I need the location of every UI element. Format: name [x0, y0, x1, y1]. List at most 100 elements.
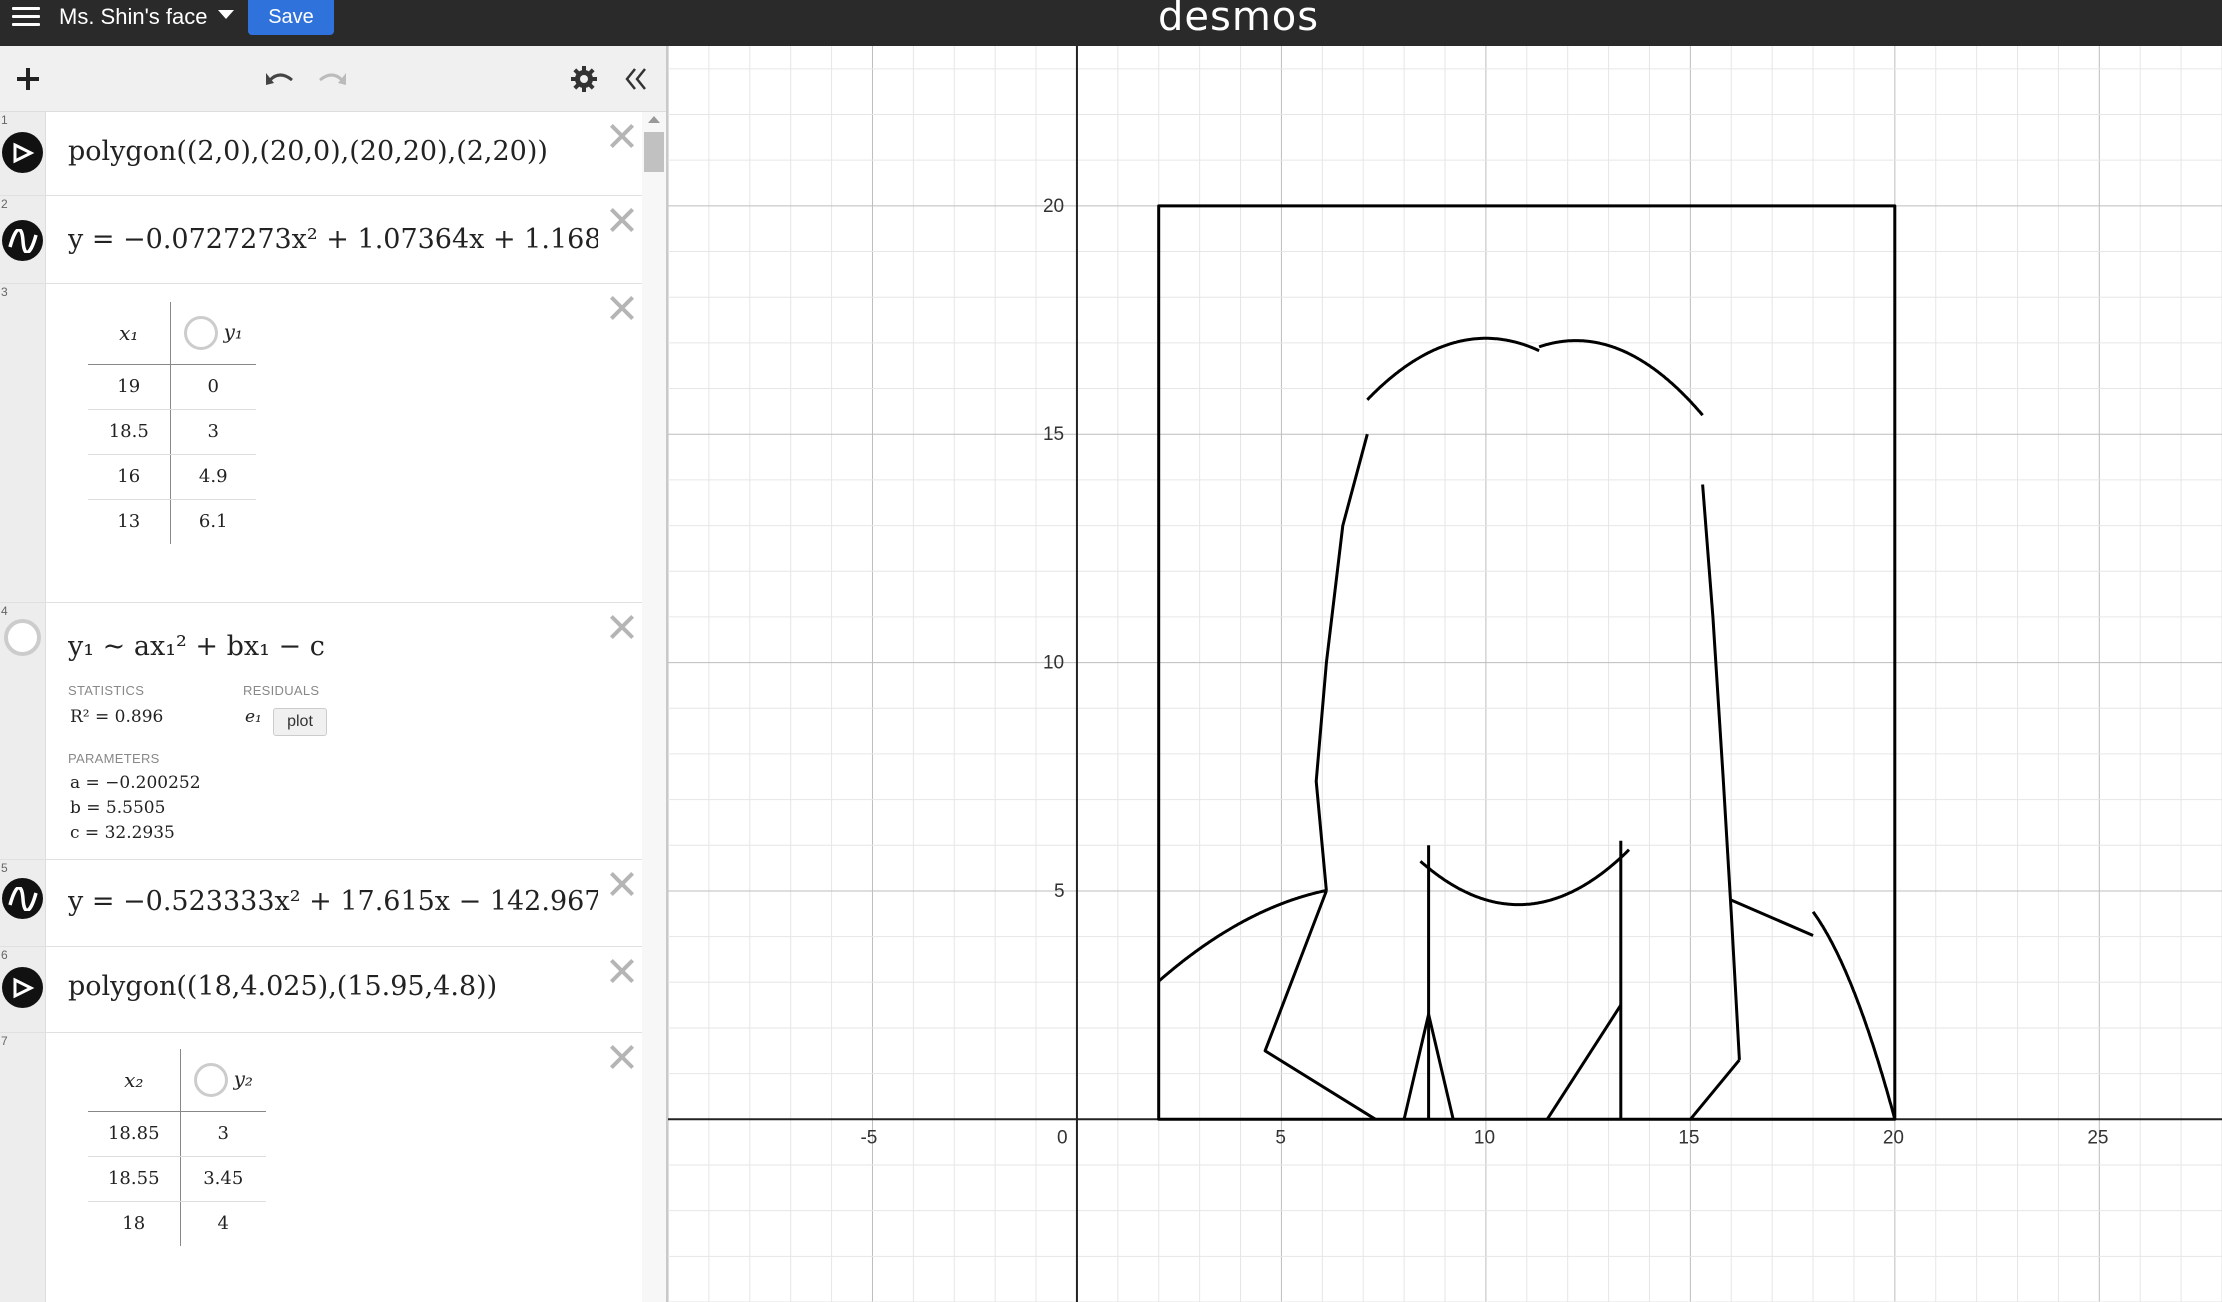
expression-index: 3 [1, 285, 8, 299]
expression-gutter: 5 [0, 860, 46, 946]
table-cell[interactable]: 18.5 [88, 409, 171, 455]
table-cell[interactable]: 4.9 [170, 454, 256, 500]
expression-panel: 1 polygon((2,0),(20,0),(20,20),(2,20)) 2… [0, 46, 668, 1302]
table-header-x[interactable]: x₁ [88, 302, 171, 365]
parameter-a: a = −0.200252 [70, 773, 201, 793]
expression-index: 2 [1, 197, 8, 211]
polygon-icon[interactable] [2, 132, 43, 173]
table-row[interactable]: 13 6.1 [88, 499, 256, 544]
table-cell[interactable]: 3 [170, 409, 256, 455]
table-header-y[interactable]: y₁ [170, 302, 256, 365]
table-header-y-label: y₂ [233, 1066, 253, 1091]
expression-list-scrollbar[interactable] [642, 112, 666, 1302]
y-tick-label: 20 [1043, 196, 1064, 217]
expression-index: 5 [1, 861, 8, 875]
hamburger-menu-icon[interactable] [12, 0, 40, 33]
table-row[interactable]: 18.55 3.45 [88, 1156, 266, 1202]
table-cell[interactable]: 4 [180, 1201, 266, 1246]
undo-icon[interactable] [262, 46, 298, 112]
expression-index: 1 [1, 113, 8, 127]
delete-expression-icon[interactable] [608, 122, 636, 150]
settings-gear-icon[interactable] [566, 46, 602, 112]
expression-row[interactable]: 5 y = −0.523333x² + 17.615x − 142.967{20… [0, 860, 642, 947]
wave-icon[interactable] [2, 878, 43, 919]
hair-right-lower [1689, 1058, 1741, 1121]
desmos-logo: desmos [1158, 0, 1320, 40]
series-toggle-icon[interactable] [193, 1062, 228, 1097]
expression-row[interactable]: 2 y = −0.0727273x² + 1.07364x + 1.16818{… [0, 196, 642, 284]
table-expression[interactable]: 3 x₁ y₁ 19 0 18.5 3 16 4.9 13 6.1 [0, 284, 642, 603]
expression-gutter: 4 [0, 603, 46, 859]
delete-expression-icon[interactable] [608, 206, 636, 234]
delete-expression-icon[interactable] [608, 957, 636, 985]
top-bar: Ms. Shin's face Save desmos [0, 0, 2222, 46]
grid-lines [667, 46, 2222, 1302]
expression-latex[interactable]: y = −0.0727273x² + 1.07364x + 1.16818{6 [68, 224, 598, 255]
expression-latex[interactable]: polygon((2,0),(20,0),(20,20),(2,20)) [68, 136, 628, 167]
delete-expression-icon[interactable] [608, 613, 636, 641]
series-toggle-icon[interactable] [183, 315, 218, 350]
data-table[interactable]: x₂ y₂ 18.85 3 18.55 3.45 18 4 [88, 1049, 266, 1246]
expression-gutter: 7 [0, 1033, 46, 1302]
plot-residuals-button[interactable]: plot [273, 708, 327, 736]
table-cell[interactable]: 3 [180, 1111, 266, 1157]
left-shoulder-curve [1157, 888, 1328, 983]
visibility-toggle-icon[interactable] [4, 619, 41, 656]
table-header-x[interactable]: x₂ [88, 1049, 181, 1112]
expression-index: 7 [1, 1034, 8, 1048]
data-table[interactable]: x₁ y₁ 19 0 18.5 3 16 4.9 13 6.1 [88, 302, 256, 544]
table-cell[interactable]: 18.85 [88, 1111, 181, 1157]
delete-expression-icon[interactable] [608, 870, 636, 898]
table-row[interactable]: 19 0 [88, 364, 256, 410]
statistics-label: STATISTICS [68, 683, 145, 698]
title-dropdown-caret-icon[interactable] [218, 10, 234, 19]
add-item-icon[interactable] [10, 46, 46, 112]
delete-expression-icon[interactable] [608, 1043, 636, 1071]
hair-right-top-curve [1538, 339, 1704, 417]
table-header-y[interactable]: y₂ [180, 1049, 266, 1112]
parameters-label: PARAMETERS [68, 751, 160, 766]
delete-expression-icon[interactable] [608, 294, 636, 322]
graph-svg[interactable]: -5 0 5 10 15 20 25 5 10 15 20 [667, 46, 2222, 1302]
table-row[interactable]: 16 4.9 [88, 454, 256, 500]
polygon-icon[interactable] [2, 967, 43, 1008]
table-cell[interactable]: 19 [88, 364, 171, 410]
table-cell[interactable]: 13 [88, 499, 171, 544]
table-row[interactable]: 18 4 [88, 1201, 266, 1246]
table-cell[interactable]: 16 [88, 454, 171, 500]
save-button[interactable]: Save [248, 0, 334, 35]
collapse-panel-icon[interactable] [618, 46, 654, 112]
table-cell[interactable]: 6.1 [170, 499, 256, 544]
graph-canvas[interactable]: -5 0 5 10 15 20 25 5 10 15 20 [667, 46, 2222, 1302]
x-tick-label: 25 [2087, 1127, 2108, 1148]
expression-latex[interactable]: polygon((18,4.025),(15.95,4.8)) [68, 971, 628, 1002]
wave-icon[interactable] [2, 220, 43, 261]
expression-gutter: 2 [0, 196, 46, 283]
residual-variable: e₁ [245, 707, 262, 727]
redo-icon[interactable] [314, 46, 350, 112]
regression-expression[interactable]: 4 y₁ ~ ax₁² + bx₁ − c STATISTICS R² = 0.… [0, 603, 642, 860]
scroll-up-arrow-icon[interactable] [648, 116, 660, 123]
regression-latex[interactable]: y₁ ~ ax₁² + bx₁ − c [68, 631, 588, 662]
x-tick-label: 0 [1057, 1127, 1068, 1148]
table-cell[interactable]: 3.45 [180, 1156, 266, 1202]
hair-left-top-curve [1366, 336, 1540, 401]
y-tick-label: 15 [1043, 424, 1064, 445]
parameter-b: b = 5.5505 [70, 798, 166, 818]
table-header-y-label: y₁ [223, 319, 243, 344]
table-cell[interactable]: 0 [170, 364, 256, 410]
expression-latex[interactable]: y = −0.523333x² + 17.615x − 142.967{20 > [68, 886, 598, 917]
table-cell[interactable]: 18 [88, 1201, 181, 1246]
residuals-label: RESIDUALS [243, 683, 320, 698]
scrollbar-thumb[interactable] [644, 132, 664, 172]
graph-title[interactable]: Ms. Shin's face [59, 0, 207, 33]
table-expression[interactable]: 7 x₂ y₂ 18.85 3 18.55 3.45 18 4 [0, 1033, 642, 1302]
expression-gutter: 3 [0, 284, 46, 602]
expression-row[interactable]: 6 polygon((18,4.025),(15.95,4.8)) [0, 947, 642, 1033]
r-squared-value: R² = 0.896 [70, 707, 164, 727]
table-cell[interactable]: 18.55 [88, 1156, 181, 1202]
expression-list: 1 polygon((2,0),(20,0),(20,20),(2,20)) 2… [0, 112, 666, 1302]
table-row[interactable]: 18.5 3 [88, 409, 256, 455]
table-row[interactable]: 18.85 3 [88, 1111, 266, 1157]
expression-row[interactable]: 1 polygon((2,0),(20,0),(20,20),(2,20)) [0, 112, 642, 196]
